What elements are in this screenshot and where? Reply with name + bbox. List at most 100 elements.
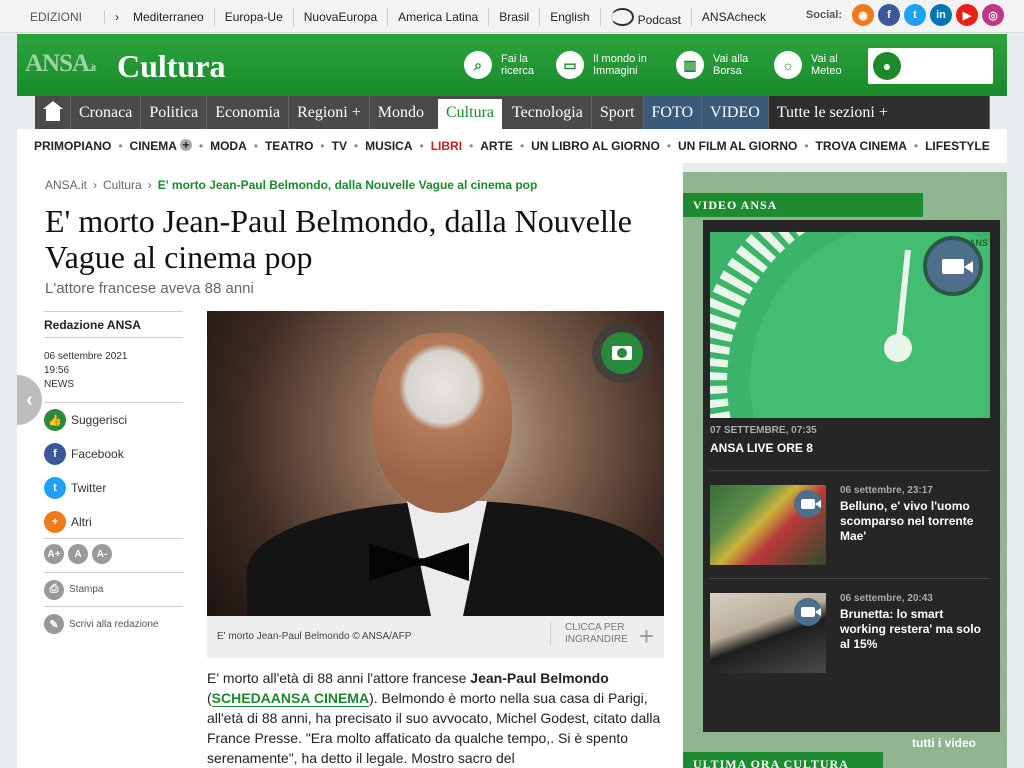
weather-icon: ☼ <box>774 51 802 79</box>
right-sidebar: VIDEO ANSA ANS 07 SETTEMBRE, 07:35 ANSA … <box>683 172 1007 768</box>
nav-cronaca[interactable]: Cronaca <box>71 96 142 129</box>
video-section-title[interactable]: VIDEO ANSA <box>683 193 923 217</box>
twitter-icon: t <box>44 477 66 499</box>
breadcrumb-current: E' morto Jean-Paul Belmondo, dalla Nouve… <box>157 178 538 192</box>
search-icon: ⌕ <box>464 51 492 79</box>
nav-economia[interactable]: Economia <box>207 96 290 129</box>
nav-mondo[interactable]: Mondo <box>370 96 432 129</box>
subnav-cinema[interactable]: CINEMA + <box>130 139 192 153</box>
article-author: Redazione ANSA <box>44 311 183 338</box>
edition-link-english[interactable]: English <box>539 7 599 26</box>
linkedin-icon[interactable]: in <box>930 4 952 26</box>
video-title-1[interactable]: Belluno, e' vivo l'uomo scomparso nel to… <box>840 499 990 544</box>
user-icon: ● <box>873 52 901 80</box>
subnav-trova-cinema[interactable]: TROVA CINEMA <box>816 139 907 153</box>
chevron-right-icon: › <box>104 9 129 24</box>
breadcrumb-home[interactable]: ANSA.it <box>45 178 87 192</box>
nav-home[interactable] <box>35 96 71 129</box>
social-label: Social: <box>805 9 842 21</box>
meteo-button[interactable]: ☼ Vai al Meteo <box>774 51 873 79</box>
nav-foto[interactable]: FOTO <box>643 96 703 129</box>
subnav-libri[interactable]: LIBRI <box>431 139 462 153</box>
video-box: ANS 07 SETTEMBRE, 07:35 ANSA LIVE ORE 8 … <box>703 220 1000 750</box>
article-area: ANSA.it › Cultura › E' morto Jean-Paul Belmo… <box>17 163 683 768</box>
font-decrease-button[interactable]: A- <box>92 544 112 564</box>
twitter-icon[interactable]: t <box>904 4 926 26</box>
breadcrumb-section[interactable]: Cultura <box>103 178 142 192</box>
font-increase-button[interactable]: A+ <box>44 544 64 564</box>
nav-video[interactable]: VIDEO <box>702 96 769 129</box>
nav-cultura[interactable]: Cultura <box>438 99 502 129</box>
edition-link-nuovaeuropa[interactable]: NuovaEuropa <box>292 7 387 26</box>
subnav-tv[interactable]: TV <box>332 139 347 153</box>
section-title[interactable]: Cultura <box>117 48 225 85</box>
scheda-link[interactable]: SCHEDAANSA CINEMA <box>211 690 370 707</box>
plus-icon: + <box>44 510 66 533</box>
main-nav: Cronaca Politica Economia Regioni + Mond… <box>35 96 990 129</box>
home-icon <box>42 100 63 121</box>
main-video-title[interactable]: ANSA LIVE ORE 8 <box>710 441 813 456</box>
gallery-button[interactable] <box>592 323 652 383</box>
search-button[interactable]: ⌕ Fai la ricerca <box>464 51 563 79</box>
nav-all-sections[interactable]: Tutte le sezioni + <box>768 96 990 129</box>
nav-sport[interactable]: Sport <box>592 96 644 129</box>
article-date: 06 settembre 2021 19:56 NEWS <box>44 351 128 390</box>
article-photo[interactable] <box>207 311 664 616</box>
ansa-logo[interactable]: ANSA.it <box>25 50 97 78</box>
pencil-icon: ✎ <box>44 614 64 634</box>
photo-caption-bar: E' morto Jean-Paul Belmondo © ANSA/AFP C… <box>207 616 664 658</box>
edition-link-mediterraneo[interactable]: › Mediterraneo <box>94 8 214 26</box>
edition-link-europa-ue[interactable]: Europa-Ue <box>213 7 293 26</box>
more-share-button[interactable]: + Altri <box>44 505 183 539</box>
facebook-icon: f <box>44 443 66 465</box>
rss-icon[interactable]: ◉ <box>852 4 874 26</box>
video-icon <box>794 490 822 518</box>
enlarge-plus-icon[interactable]: + <box>639 621 654 652</box>
borsa-button[interactable]: ▥ Vai alla Borsa <box>676 51 775 79</box>
print-button[interactable]: ⎙ Stampa <box>44 573 183 607</box>
youtube-icon[interactable]: ▶ <box>956 4 978 26</box>
subnav-primopiano[interactable]: PRIMOPIANO <box>34 139 111 153</box>
site-header: ANSA.it Cultura ⌕ Fai la ricerca ▭ Il mon… <box>17 34 1007 96</box>
subnav-musica[interactable]: MUSICA <box>365 139 412 153</box>
twitter-share-button[interactable]: t Twitter <box>44 471 183 505</box>
main-video-thumb[interactable]: ANS <box>710 232 990 418</box>
images-button[interactable]: ▭ Il mondo in Immagini <box>556 51 655 79</box>
subnav-libro-giorno[interactable]: UN LIBRO AL GIORNO <box>531 139 660 153</box>
camera-icon <box>612 346 632 360</box>
sub-nav: PRIMOPIANO • CINEMA + • MODA • TEATRO • TV • M… <box>17 129 1007 163</box>
subnav-film-giorno[interactable]: UN FILM AL GIORNO <box>678 139 797 153</box>
nav-politica[interactable]: Politica <box>141 96 208 129</box>
facebook-icon[interactable]: f <box>878 4 900 26</box>
breadcrumb: ANSA.it › Cultura › E' morto Jean-Paul Belmo… <box>45 178 538 192</box>
instagram-icon[interactable]: ◎ <box>982 4 1004 26</box>
podcast-icon <box>610 7 634 26</box>
facebook-share-button[interactable]: f Facebook <box>44 437 183 471</box>
video-date-1: 06 settembre, 23:17 <box>840 485 933 496</box>
all-videos-link[interactable]: tutti i video <box>912 736 976 750</box>
write-redazione-button[interactable]: ✎ Scrivi alla redazione <box>44 607 183 641</box>
expand-icon[interactable]: + <box>179 139 192 151</box>
nav-tecnologia[interactable]: Tecnologia <box>504 96 592 129</box>
suggest-button[interactable]: 👍 Suggerisci <box>44 403 183 437</box>
main-video-date: 07 SETTEMBRE, 07:35 <box>710 425 817 436</box>
video-title-2[interactable]: Brunetta: lo smart working restera' ma s… <box>840 607 992 652</box>
latest-culture-title[interactable]: ULTIMA ORA CULTURA <box>683 752 883 768</box>
article-title: E' morto Jean-Paul Belmondo, dalla Nouve… <box>45 203 632 275</box>
login-button[interactable]: ● <box>868 48 993 84</box>
nav-regioni[interactable]: Regioni + <box>289 96 370 129</box>
edition-link-america-latina[interactable]: America Latina <box>387 7 488 26</box>
subnav-teatro[interactable]: TEATRO <box>265 139 313 153</box>
subnav-moda[interactable]: MODA <box>210 139 247 153</box>
ansacheck-link[interactable]: ANSAcheck <box>690 7 776 26</box>
video-thumb-2[interactable] <box>710 593 826 673</box>
video-thumb-1[interactable] <box>710 485 826 565</box>
edition-link-brasil[interactable]: Brasil <box>488 7 539 26</box>
subnav-arte[interactable]: ARTE <box>480 139 513 153</box>
subnav-lifestyle[interactable]: LIFESTYLE <box>925 139 990 153</box>
video-date-2: 06 settembre, 20:43 <box>840 593 933 604</box>
font-reset-button[interactable]: A <box>68 544 88 564</box>
podcast-link[interactable]: Podcast <box>599 7 691 27</box>
editions-bar: EDIZIONI › Mediterraneo Europa-Ue NuovaEu… <box>0 0 1024 33</box>
person-name: Jean-Paul Belmondo <box>470 670 609 686</box>
